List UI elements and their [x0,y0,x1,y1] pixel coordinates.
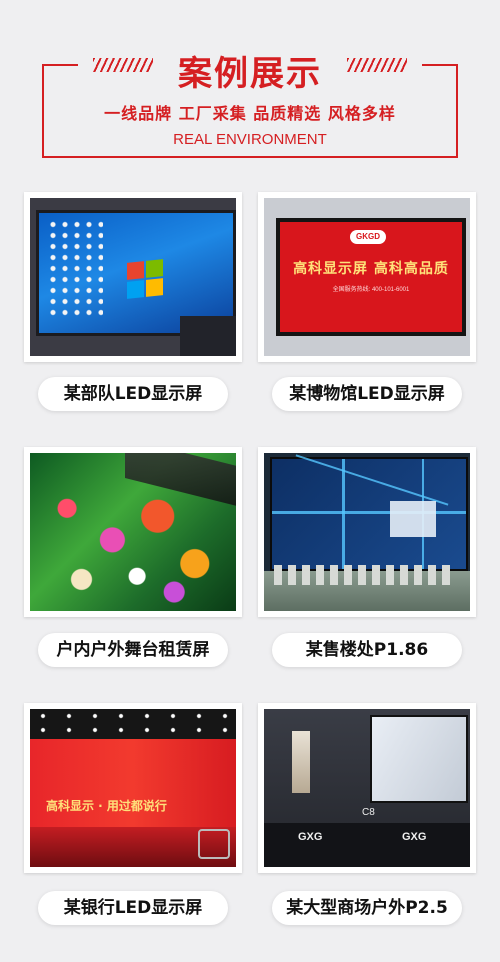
case-card-stage[interactable] [24,447,242,617]
screen-slogan: 高科显示 · 用过都说行 [46,799,167,813]
case-label-stage: 户内户外舞台租赁屏 [38,633,228,667]
museum-screen-photo: GKGD 高科显示屏 高科高品质 全国服务热线: 400-101-6001 [264,198,470,356]
case-label-mall: 某大型商场户外P2.5 [272,891,462,925]
desktop-screen-photo [30,198,236,356]
stage-flower-screen-photo [30,453,236,611]
page-title: 案例展示 [178,54,322,94]
page-subtitle: 一线品牌 工厂采集 品质精选 风格多样 [104,104,396,123]
store-sign-right: GXG [402,831,427,843]
case-label-military: 某部队LED显示屏 [38,377,228,411]
store-sign-left: GXG [298,831,323,843]
english-subtitle: REAL ENVIRONMENT [173,131,327,148]
sales-office-map-photo [264,453,470,611]
screen-logo: GKGD [350,230,386,244]
screen-slogan: 高科显示屏 高科高品质 [293,261,449,277]
unit-number: C8 [362,807,375,818]
case-card-sales-office[interactable] [258,447,476,617]
bank-red-screen-photo: 高科显示 · 用过都说行 [30,709,236,867]
screen-hotline: 全国服务热线: 400-101-6001 [332,287,410,293]
case-card-bank[interactable]: 高科显示 · 用过都说行 [24,703,242,873]
case-card-museum[interactable]: GKGD 高科显示屏 高科高品质 全国服务热线: 400-101-6001 [258,192,476,362]
case-label-sales-office: 某售楼处P1.86 [272,633,462,667]
case-card-military[interactable] [24,192,242,362]
case-label-bank: 某银行LED显示屏 [38,891,228,925]
mall-outdoor-screen-photo: C8 GXG GXG [264,709,470,867]
case-card-mall[interactable]: C8 GXG GXG [258,703,476,873]
case-label-museum: 某博物馆LED显示屏 [272,377,462,411]
